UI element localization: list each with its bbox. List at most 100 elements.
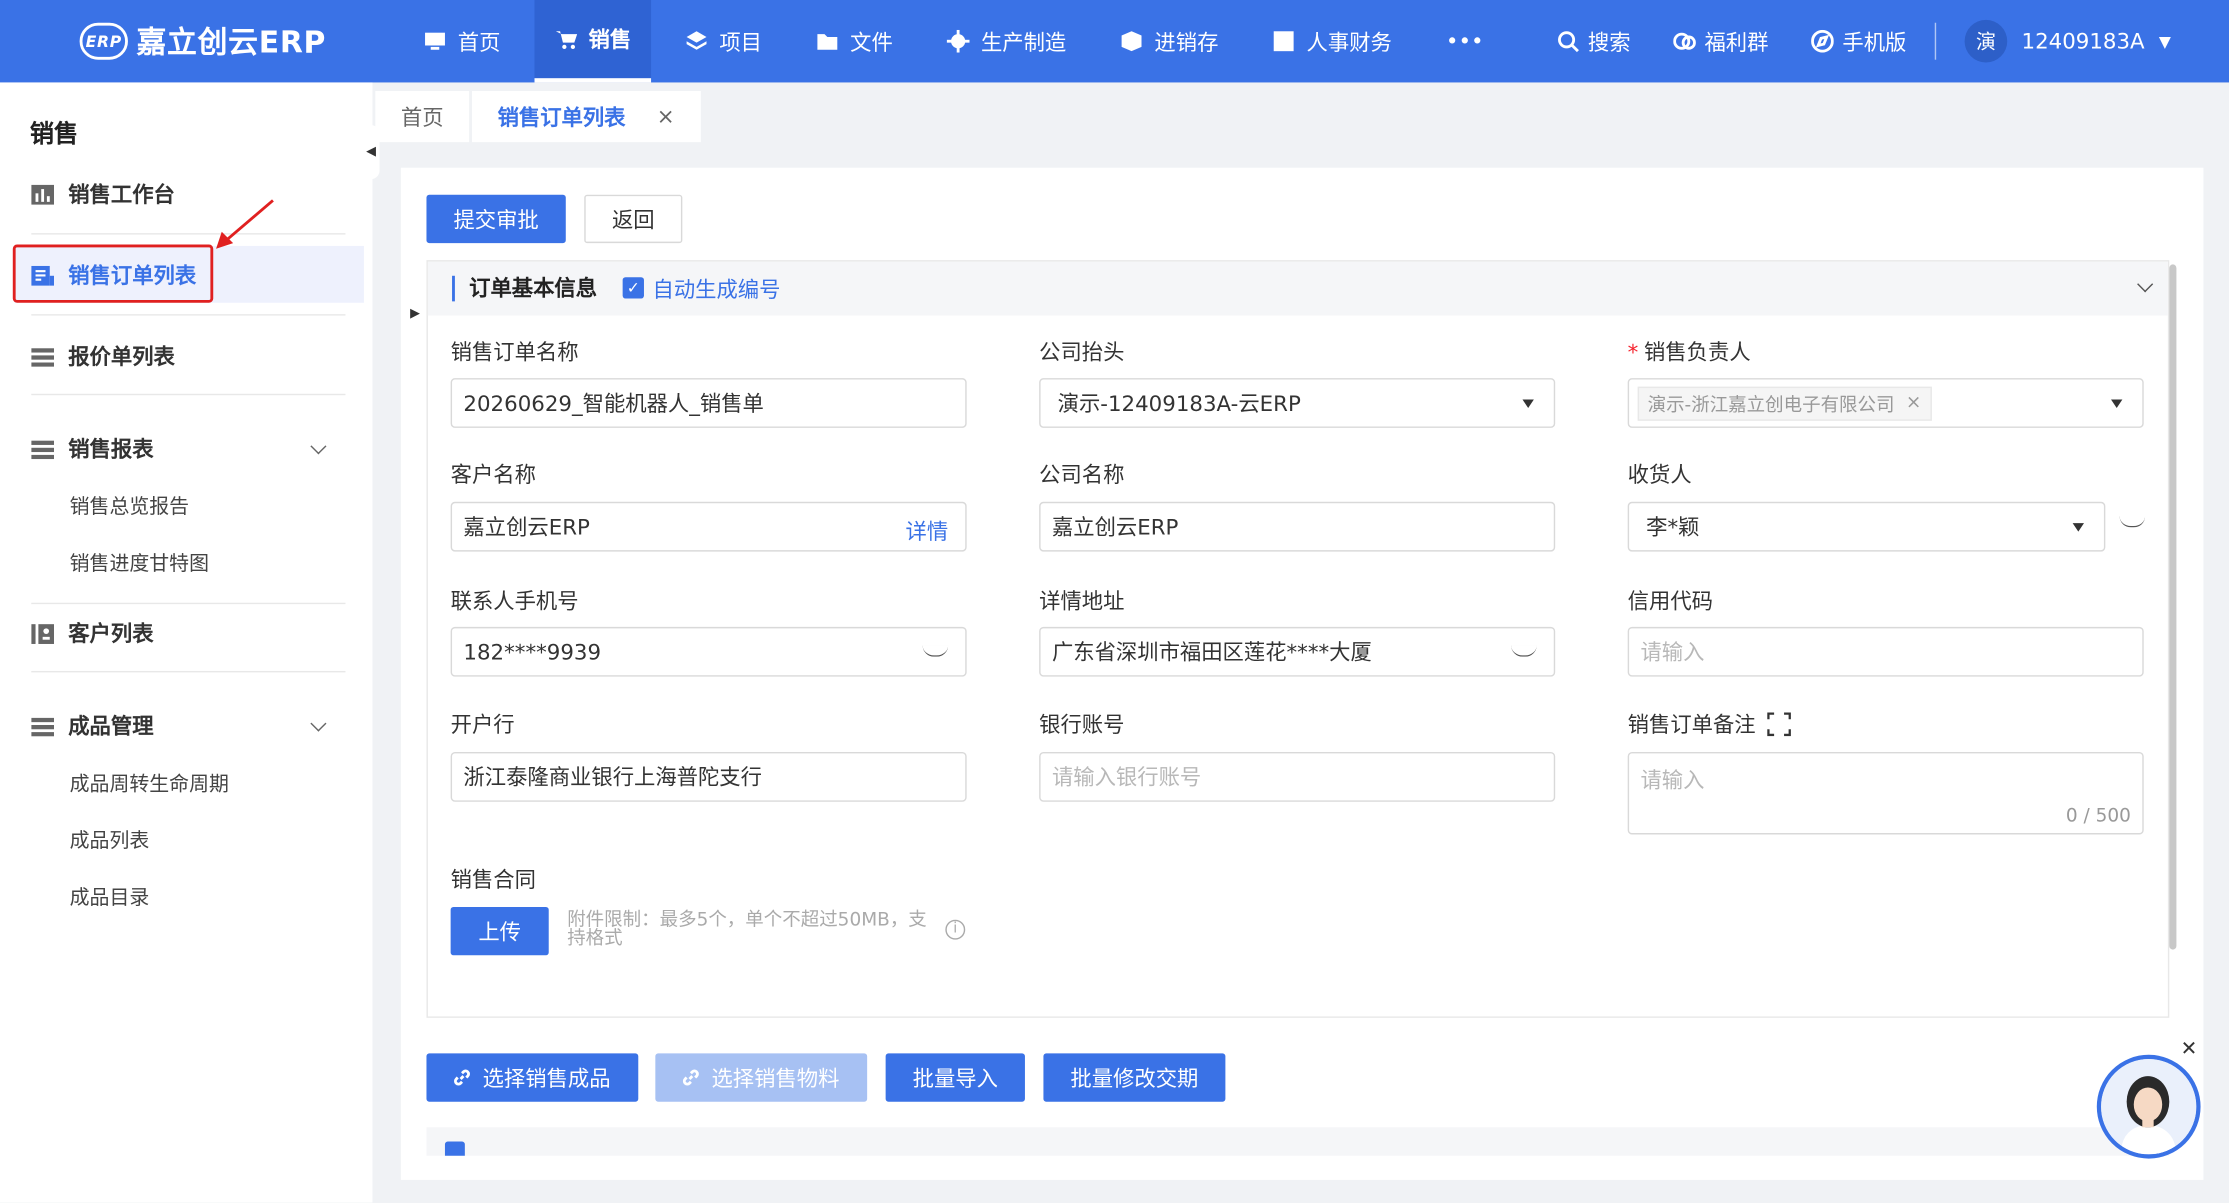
company-name-label: 公司名称 [1039, 462, 1125, 488]
sidebar-item-workbench[interactable]: 销售工作台 [31, 179, 175, 209]
app-logo[interactable]: ERP 嘉立创云ERP [79, 20, 327, 63]
sidebar-subitem-gantt[interactable]: 销售进度甘特图 [70, 549, 209, 577]
sidebar-item-customers[interactable]: 客户列表 [31, 618, 154, 648]
label-text: 销售负责人 [1644, 339, 1751, 366]
input-value: 20260629_智能机器人_销售单 [463, 390, 764, 417]
tab-label: 销售订单列表 [497, 104, 626, 131]
divider [31, 670, 346, 673]
monitor-icon [425, 32, 445, 50]
mobile-version-button[interactable]: 手机版 [1811, 26, 1906, 56]
customer-name-input[interactable]: 嘉立创云ERP 详情 [450, 501, 967, 552]
nav-hr-finance[interactable]: 人事财务 [1253, 0, 1412, 82]
caret-down-icon [2111, 399, 2123, 408]
nav-label: 首页 [457, 29, 501, 55]
address-input[interactable]: 广东省深圳市福田区莲花****大厦 [1039, 626, 1556, 677]
batch-import-button[interactable]: 批量导入 [885, 1053, 1025, 1102]
assistant-avatar[interactable] [2096, 1054, 2201, 1159]
chevron-down-icon[interactable] [310, 438, 327, 455]
address-label: 详情地址 [1039, 588, 1125, 615]
nav-label: 人事财务 [1306, 29, 1392, 55]
select-value: 李*颖 [1646, 514, 1700, 541]
customer-detail-link[interactable]: 详情 [906, 516, 949, 546]
chevron-down-icon[interactable] [310, 715, 327, 732]
nav-project[interactable]: 项目 [665, 0, 782, 82]
upload-button[interactable]: 上传 [450, 906, 549, 956]
bank-account-input[interactable]: 请输入银行账号 [1039, 752, 1556, 802]
mobile-label: 手机版 [1842, 29, 1907, 55]
nav-sales[interactable]: 销售 [534, 0, 652, 83]
sidebar-item-product-mgmt[interactable]: 成品管理 [31, 711, 154, 741]
fullscreen-icon[interactable] [1767, 712, 1791, 737]
company-header-select[interactable]: 演示-12409183A-云ERP [1039, 378, 1556, 428]
company-name-input[interactable]: 嘉立创云ERP [1039, 501, 1556, 552]
link-icon [683, 1069, 700, 1086]
credit-code-input[interactable]: 请输入 [1627, 626, 2144, 677]
nav-manufacturing[interactable]: 生产制造 [927, 0, 1086, 82]
caret-down-icon: ▼ [2158, 31, 2171, 51]
app-root: ERP 嘉立创云ERP 首页 销售 项目 文件 生产制造 进销存 人事财务 ••… [0, 0, 2229, 1203]
auto-number-label: 自动生成编号 [652, 277, 781, 303]
info-icon[interactable]: i [945, 919, 966, 940]
top-navbar: ERP 嘉立创云ERP 首页 销售 项目 文件 生产制造 进销存 人事财务 ••… [0, 0, 2229, 83]
search-icon [1558, 31, 1579, 53]
select-products-button[interactable]: 选择销售成品 [426, 1053, 639, 1102]
more-icon: ••• [1445, 28, 1484, 55]
eye-closed-icon[interactable] [922, 645, 949, 657]
nav-more[interactable]: ••• [1426, 0, 1504, 82]
search-button[interactable]: 搜索 [1557, 26, 1631, 56]
nav-inventory[interactable]: 进销存 [1100, 0, 1238, 82]
tag-close-icon[interactable]: × [1906, 392, 1922, 413]
remark-textarea[interactable]: 请输入 0 / 500 [1627, 752, 2144, 835]
consignee-label: 收货人 [1627, 462, 1692, 488]
sales-owner-select[interactable]: 演示-浙江嘉立创电子有限公司 × [1627, 378, 2144, 428]
back-button[interactable]: 返回 [584, 194, 683, 244]
nav-label: 销售 [588, 27, 632, 53]
caret-right-icon: ▶ [410, 307, 421, 322]
layers-icon [686, 31, 707, 50]
tab-sales-order-list[interactable]: 销售订单列表 × [471, 90, 701, 143]
close-icon[interactable]: × [657, 104, 675, 130]
nav-home[interactable]: 首页 [404, 0, 521, 82]
list-icon [31, 717, 55, 736]
tab-home[interactable]: 首页 [375, 90, 470, 143]
eye-closed-icon[interactable] [1511, 645, 1537, 657]
sidebar-subitem-product-list[interactable]: 成品列表 [70, 826, 150, 854]
user-menu[interactable]: 演 12409183A ▼ [1964, 19, 2171, 63]
nav-files[interactable]: 文件 [796, 0, 913, 82]
input-value: 浙江泰隆商业银行上海普陀支行 [463, 764, 762, 791]
bank-input[interactable]: 浙江泰隆商业银行上海普陀支行 [450, 752, 967, 802]
scrollbar[interactable] [2169, 264, 2177, 950]
panel-expand-button[interactable]: ▶ [406, 287, 424, 342]
contract-label: 销售合同 [450, 867, 536, 893]
select-materials-button[interactable]: 选择销售物料 [655, 1053, 868, 1102]
bank-label: 开户行 [450, 712, 515, 738]
select-all-checkbox[interactable] [444, 1141, 465, 1156]
required-mark: * [1627, 339, 1639, 366]
chevron-down-icon[interactable] [2137, 276, 2154, 293]
char-counter: 0 / 500 [2065, 806, 2131, 828]
assistant-portrait-icon [2101, 1059, 2197, 1155]
sidebar-item-reports[interactable]: 销售报表 [31, 434, 154, 464]
annotation-arrow-icon [216, 199, 274, 249]
contact-phone-input[interactable]: 182****9939 [450, 626, 967, 677]
divider [31, 233, 346, 235]
avatar: 演 [1964, 19, 2008, 63]
list-icon [31, 439, 55, 459]
welfare-group-button[interactable]: 福利群 [1673, 26, 1768, 56]
submit-approval-button[interactable]: 提交审批 [426, 194, 566, 244]
sidebar-subitem-lifecycle[interactable]: 成品周转生命周期 [70, 769, 229, 797]
sidebar-item-quote-list[interactable]: 报价单列表 [31, 341, 175, 371]
sales-owner-label: * 销售负责人 [1628, 337, 1751, 367]
section-title: 订单基本信息 [452, 275, 597, 302]
sidebar-subitem-catalog[interactable]: 成品目录 [70, 883, 150, 911]
sidebar-subitem-overview[interactable]: 销售总览报告 [70, 492, 189, 520]
input-placeholder: 请输入 [1640, 639, 1705, 666]
auto-number-checkbox[interactable]: ✓ [622, 277, 644, 299]
sidebar: 销售 销售工作台 销售订单列表 报价单列表 销售报表 销售总览报告 销售进度甘特… [0, 82, 373, 1203]
consignee-select[interactable]: 李*颖 [1627, 501, 2106, 552]
batch-edit-date-button[interactable]: 批量修改交期 [1043, 1053, 1226, 1102]
section-header[interactable]: 订单基本信息 ✓ 自动生成编号 [427, 261, 2168, 316]
sidebar-item-label: 销售工作台 [68, 181, 175, 208]
assistant-close-icon[interactable]: ✕ [2181, 1038, 2198, 1061]
order-name-input[interactable]: 20260629_智能机器人_销售单 [450, 378, 967, 428]
